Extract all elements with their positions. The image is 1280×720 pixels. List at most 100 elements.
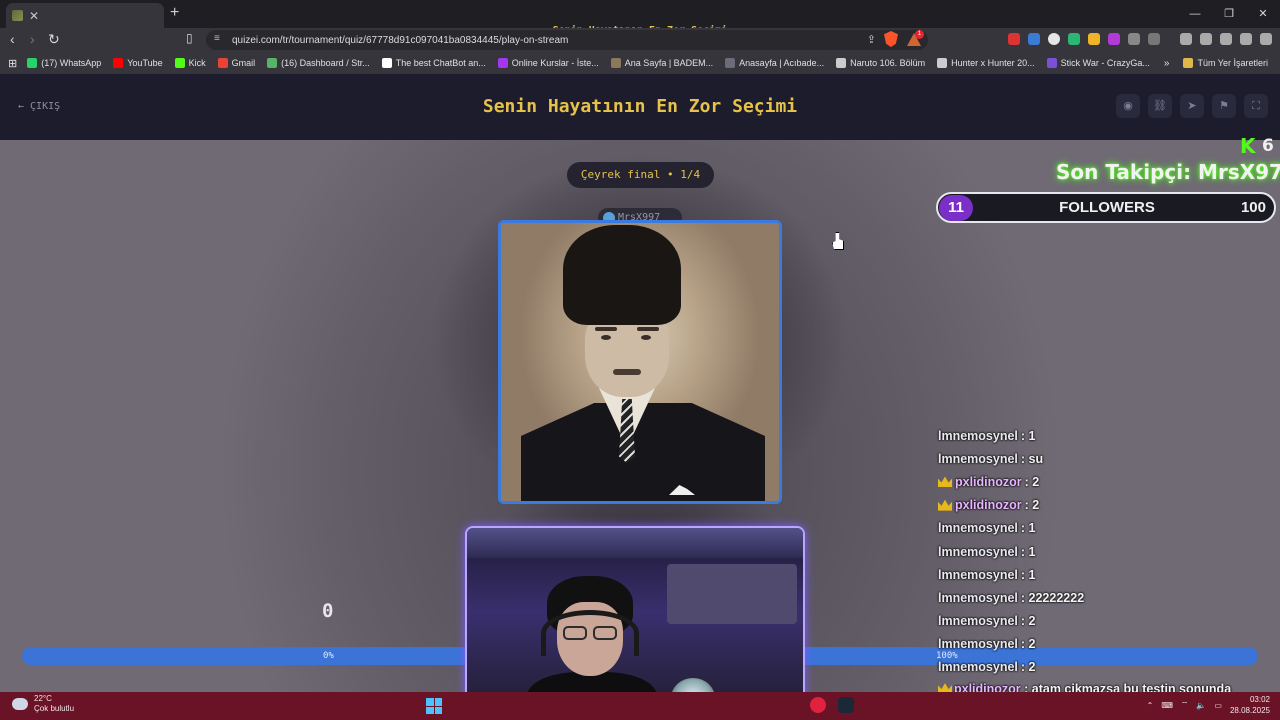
brow-shape	[595, 327, 617, 331]
choice-card[interactable]	[498, 220, 782, 504]
whatsapp-icon	[27, 58, 38, 68]
fullscreen-icon[interactable]: ⛶	[1244, 94, 1268, 118]
webcam-overlay	[465, 526, 805, 692]
chat-username: lmnemosynel	[938, 544, 1018, 559]
brow-shape	[637, 327, 659, 331]
bookmark-icon[interactable]: ▯	[186, 31, 193, 45]
chevron-up-icon[interactable]: ⌃	[1147, 701, 1154, 710]
kalpak-hat-shape	[563, 225, 681, 325]
clock[interactable]: 03:02 28.08.2025	[1230, 694, 1270, 716]
keyboard-icon[interactable]: ⌨	[1161, 701, 1173, 710]
chat-text: : 1	[1020, 567, 1036, 582]
steam-icon[interactable]	[838, 697, 854, 713]
udemy-icon	[497, 58, 508, 68]
followers-current: 11	[939, 194, 973, 221]
dashboard-icon	[267, 58, 278, 68]
bookmark-item[interactable]: Naruto 106. Bölüm	[836, 58, 925, 68]
hunter-icon	[937, 58, 948, 68]
bookmark-item[interactable]: The best ChatBot an...	[381, 58, 486, 68]
bookmarks-bar: ⊞ (17) WhatsApp YouTube Kick Gmail (16) …	[0, 52, 1280, 74]
opera-icon[interactable]	[810, 697, 826, 713]
tab-favicon-icon	[12, 10, 23, 21]
cloud-icon	[12, 698, 28, 710]
chat-text: : 2	[1024, 474, 1040, 489]
clock-time: 03:02	[1249, 695, 1270, 704]
bookmark-item[interactable]: Ana Sayfa | BADEM...	[610, 58, 713, 68]
chat-text: : 22222222	[1020, 590, 1085, 605]
weather-widget[interactable]: 22°C Çok bulutlu	[12, 694, 74, 714]
bookmark-item[interactable]: (17) WhatsApp	[27, 58, 101, 68]
site-settings-icon[interactable]: ≡	[214, 33, 220, 44]
extensions-puzzle-icon[interactable]	[1128, 33, 1140, 45]
extension-icon[interactable]	[1068, 33, 1080, 45]
chat-message: pxlidinozor : 2	[938, 494, 1278, 517]
menu-icon[interactable]	[1260, 33, 1272, 45]
chat-username: pxlidinozor	[955, 474, 1022, 489]
chat-username: lmnemosynel	[938, 451, 1018, 466]
bookmark-item[interactable]: Anasayfa | Acıbade...	[725, 58, 824, 68]
last-follower-text: Son Takipçi: MrsX97	[1056, 160, 1280, 184]
extension-icon[interactable]	[1008, 33, 1020, 45]
bookmark-item[interactable]: Kick	[174, 58, 206, 68]
browser-tab-bar: Senin Hayatının En Zor Seçimi - ✕ + — ❐ …	[0, 0, 1280, 36]
apps-icon[interactable]: ⊞	[8, 57, 17, 70]
windows-start-icon[interactable]	[426, 698, 442, 714]
flag-icon[interactable]: ⚑	[1212, 94, 1236, 118]
chatbot-icon	[381, 58, 392, 68]
bookmark-item[interactable]: Hunter x Hunter 20...	[937, 58, 1035, 68]
browser-tab[interactable]: Senin Hayatının En Zor Seçimi - ✕	[6, 3, 739, 36]
maximize-button[interactable]: ❐	[1212, 0, 1246, 28]
kick-icon	[174, 58, 185, 68]
volume-icon[interactable]: 🔈	[1196, 701, 1206, 710]
bookmark-item[interactable]: (16) Dashboard / Str...	[267, 58, 370, 68]
eye-shape	[601, 335, 611, 340]
vote-count: 0	[322, 600, 334, 622]
close-window-button[interactable]: ✕	[1246, 0, 1280, 28]
weather-description: Çok bulutlu	[34, 704, 75, 713]
streamer	[527, 576, 657, 692]
bookmark-item[interactable]: YouTube	[113, 58, 163, 68]
chat-text: : 2	[1024, 498, 1040, 513]
all-bookmarks[interactable]: Tüm Yer İşaretleri	[1183, 58, 1268, 68]
naruto-icon	[836, 58, 847, 68]
chat-username: lmnemosynel	[938, 590, 1018, 605]
bookmark-item[interactable]: Online Kurslar - İste...	[497, 58, 599, 68]
leo-icon[interactable]	[1220, 33, 1232, 45]
window-controls: — ❐ ✕	[1178, 0, 1280, 28]
chat-username: lmnemosynel	[938, 567, 1018, 582]
minimize-button[interactable]: —	[1178, 0, 1212, 28]
bookmark-item[interactable]: Stick War - CrazyGa...	[1046, 58, 1150, 68]
address-bar[interactable]: ≡ quizei.com/tr/tournament/quiz/67778d91…	[206, 30, 928, 50]
wallet-icon[interactable]	[1200, 33, 1212, 45]
extension-icon[interactable]	[1048, 33, 1060, 45]
chat-message: lmnemosynel : 1	[938, 517, 1278, 540]
acibadem-icon	[725, 58, 736, 68]
share-icon[interactable]: ⇪	[867, 33, 876, 46]
kick-viewer-count: 6	[1262, 136, 1274, 156]
chat-username: lmnemosynel	[938, 521, 1018, 536]
battery-icon[interactable]: ▭	[1214, 701, 1222, 710]
chat-message: lmnemosynel : su	[938, 447, 1278, 470]
extension-icon[interactable]	[1148, 33, 1160, 45]
tab-close-icon[interactable]: ✕	[29, 9, 39, 23]
back-icon[interactable]: ‹	[10, 31, 15, 47]
chat-username: lmnemosynel	[938, 428, 1018, 443]
extension-icon[interactable]	[1028, 33, 1040, 45]
wifi-icon[interactable]: ⌔	[1181, 700, 1189, 710]
send-icon[interactable]: ➤	[1180, 94, 1204, 118]
followers-goal: 100	[1240, 199, 1266, 216]
extension-icon[interactable]	[1108, 33, 1120, 45]
follower-goal-bar: 11 FOLLOWERS 100	[936, 192, 1276, 223]
vpn-icon[interactable]	[1240, 33, 1252, 45]
chat-text: : 2	[1020, 660, 1036, 675]
forward-icon[interactable]: ›	[30, 31, 35, 47]
link-icon[interactable]: ⛓	[1148, 94, 1172, 118]
eye-icon[interactable]: ◉	[1116, 94, 1140, 118]
extension-icon[interactable]	[1088, 33, 1100, 45]
new-tab-button[interactable]: +	[170, 4, 179, 22]
page-title: Senin Hayatının En Zor Seçimi	[482, 96, 798, 117]
bookmark-item[interactable]: Gmail	[217, 58, 255, 68]
sidebar-icon[interactable]	[1180, 33, 1192, 45]
bookmarks-overflow-icon[interactable]: »	[1164, 58, 1170, 69]
reload-icon[interactable]: ↻	[48, 31, 60, 48]
